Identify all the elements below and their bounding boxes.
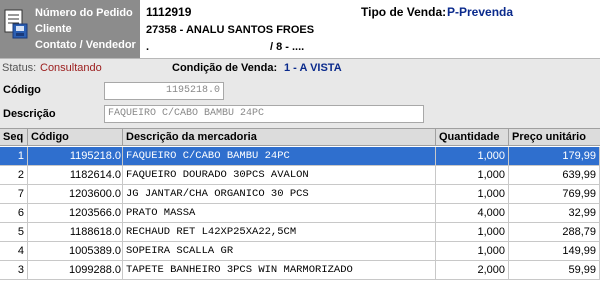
table-row[interactable]: 6 1203566.0 PRATO MASSA 4,000 32,99: [0, 204, 600, 223]
payment-condition-value: 1 - A VISTA: [284, 62, 342, 74]
cell-quantity: 1,000: [436, 166, 509, 184]
cell-description: JG JANTAR/CHA ORGANICO 30 PCS: [123, 185, 436, 203]
order-number-value: 1112919: [146, 5, 192, 19]
client-label: Cliente: [35, 23, 72, 35]
order-icon-box: [0, 0, 32, 58]
cell-code: 1099288.0: [28, 261, 123, 279]
cell-code: 1182614.0: [28, 166, 123, 184]
cell-quantity: 4,000: [436, 204, 509, 222]
sale-type-label: Tipo de Venda:: [361, 5, 447, 19]
code-label: Código: [3, 84, 41, 96]
cell-description: RECHAUD RET L42XP25XA22,5CM: [123, 223, 436, 241]
status-label: Status:: [2, 62, 37, 74]
cell-seq: 4: [0, 242, 28, 260]
cell-seq: 2: [0, 166, 28, 184]
cell-quantity: 1,000: [436, 242, 509, 260]
cell-description: PRATO MASSA: [123, 204, 436, 222]
cell-quantity: 2,000: [436, 261, 509, 279]
cell-seq: 3: [0, 261, 28, 279]
table-row[interactable]: 7 1203600.0 JG JANTAR/CHA ORGANICO 30 PC…: [0, 185, 600, 204]
cell-description: TAPETE BANHEIRO 3PCS WIN MARMORIZADO: [123, 261, 436, 279]
cell-code: 1203566.0: [28, 204, 123, 222]
cell-seq: 1: [0, 147, 28, 165]
code-field[interactable]: 1195218.0: [104, 82, 224, 100]
description-label: Descrição: [3, 108, 56, 120]
header-labels: Número do Pedido Cliente Contato / Vende…: [32, 0, 140, 58]
cell-price: 769,99: [509, 185, 600, 203]
items-grid: Seq Código Descrição da mercadoria Quant…: [0, 128, 600, 283]
document-icon: [4, 9, 28, 39]
status-bar: Status: Consultando Condição de Venda: 1…: [0, 58, 600, 78]
table-row[interactable]: 4 1005389.0 SOPEIRA SCALLA GR 1,000 149,…: [0, 242, 600, 261]
contact-seller-label: Contato / Vendedor: [35, 39, 136, 51]
order-number-label: Número do Pedido: [35, 7, 133, 19]
cell-quantity: 1,000: [436, 223, 509, 241]
status-value: Consultando: [40, 62, 102, 74]
product-form: Código 1195218.0 Descrição FAQUEIRO C/CA…: [0, 78, 600, 128]
column-header-code[interactable]: Código: [28, 129, 123, 146]
cell-code: 1005389.0: [28, 242, 123, 260]
column-header-description[interactable]: Descrição da mercadoria: [123, 129, 436, 146]
cell-price: 149,99: [509, 242, 600, 260]
grid-header: Seq Código Descrição da mercadoria Quant…: [0, 128, 600, 146]
table-row[interactable]: 5 1188618.0 RECHAUD RET L42XP25XA22,5CM …: [0, 223, 600, 242]
column-header-unit-price[interactable]: Preço unitário: [509, 129, 600, 146]
column-header-quantity[interactable]: Quantidade: [436, 129, 509, 146]
order-header: Número do Pedido Cliente Contato / Vende…: [0, 0, 600, 58]
cell-description: SOPEIRA SCALLA GR: [123, 242, 436, 260]
table-row[interactable]: 2 1182614.0 FAQUEIRO DOURADO 30PCS AVALO…: [0, 166, 600, 185]
table-row[interactable]: 3 1099288.0 TAPETE BANHEIRO 3PCS WIN MAR…: [0, 261, 600, 280]
cell-code: 1188618.0: [28, 223, 123, 241]
cell-price: 32,99: [509, 204, 600, 222]
contact-value: .: [146, 41, 150, 53]
cell-quantity: 1,000: [436, 147, 509, 165]
table-row[interactable]: 1 1195218.0 FAQUEIRO C/CABO BAMBU 24PC 1…: [0, 147, 600, 166]
sale-type-value: P-Prevenda: [447, 5, 514, 19]
payment-condition-label: Condição de Venda:: [172, 62, 278, 74]
cell-description: FAQUEIRO DOURADO 30PCS AVALON: [123, 166, 436, 184]
cell-price: 288,79: [509, 223, 600, 241]
cell-seq: 7: [0, 185, 28, 203]
cell-code: 1195218.0: [28, 147, 123, 165]
column-header-seq[interactable]: Seq: [0, 129, 28, 146]
cell-price: 639,99: [509, 166, 600, 184]
cell-price: 59,99: [509, 261, 600, 279]
description-field[interactable]: FAQUEIRO C/CABO BAMBU 24PC: [104, 105, 424, 123]
cell-description: FAQUEIRO C/CABO BAMBU 24PC: [123, 147, 436, 165]
cell-code: 1203600.0: [28, 185, 123, 203]
seller-value: / 8 - ....: [270, 41, 305, 53]
client-value: 27358 - ANALU SANTOS FROES: [146, 24, 315, 36]
cell-quantity: 1,000: [436, 185, 509, 203]
cell-price: 179,99: [509, 147, 600, 165]
cell-seq: 6: [0, 204, 28, 222]
cell-seq: 5: [0, 223, 28, 241]
